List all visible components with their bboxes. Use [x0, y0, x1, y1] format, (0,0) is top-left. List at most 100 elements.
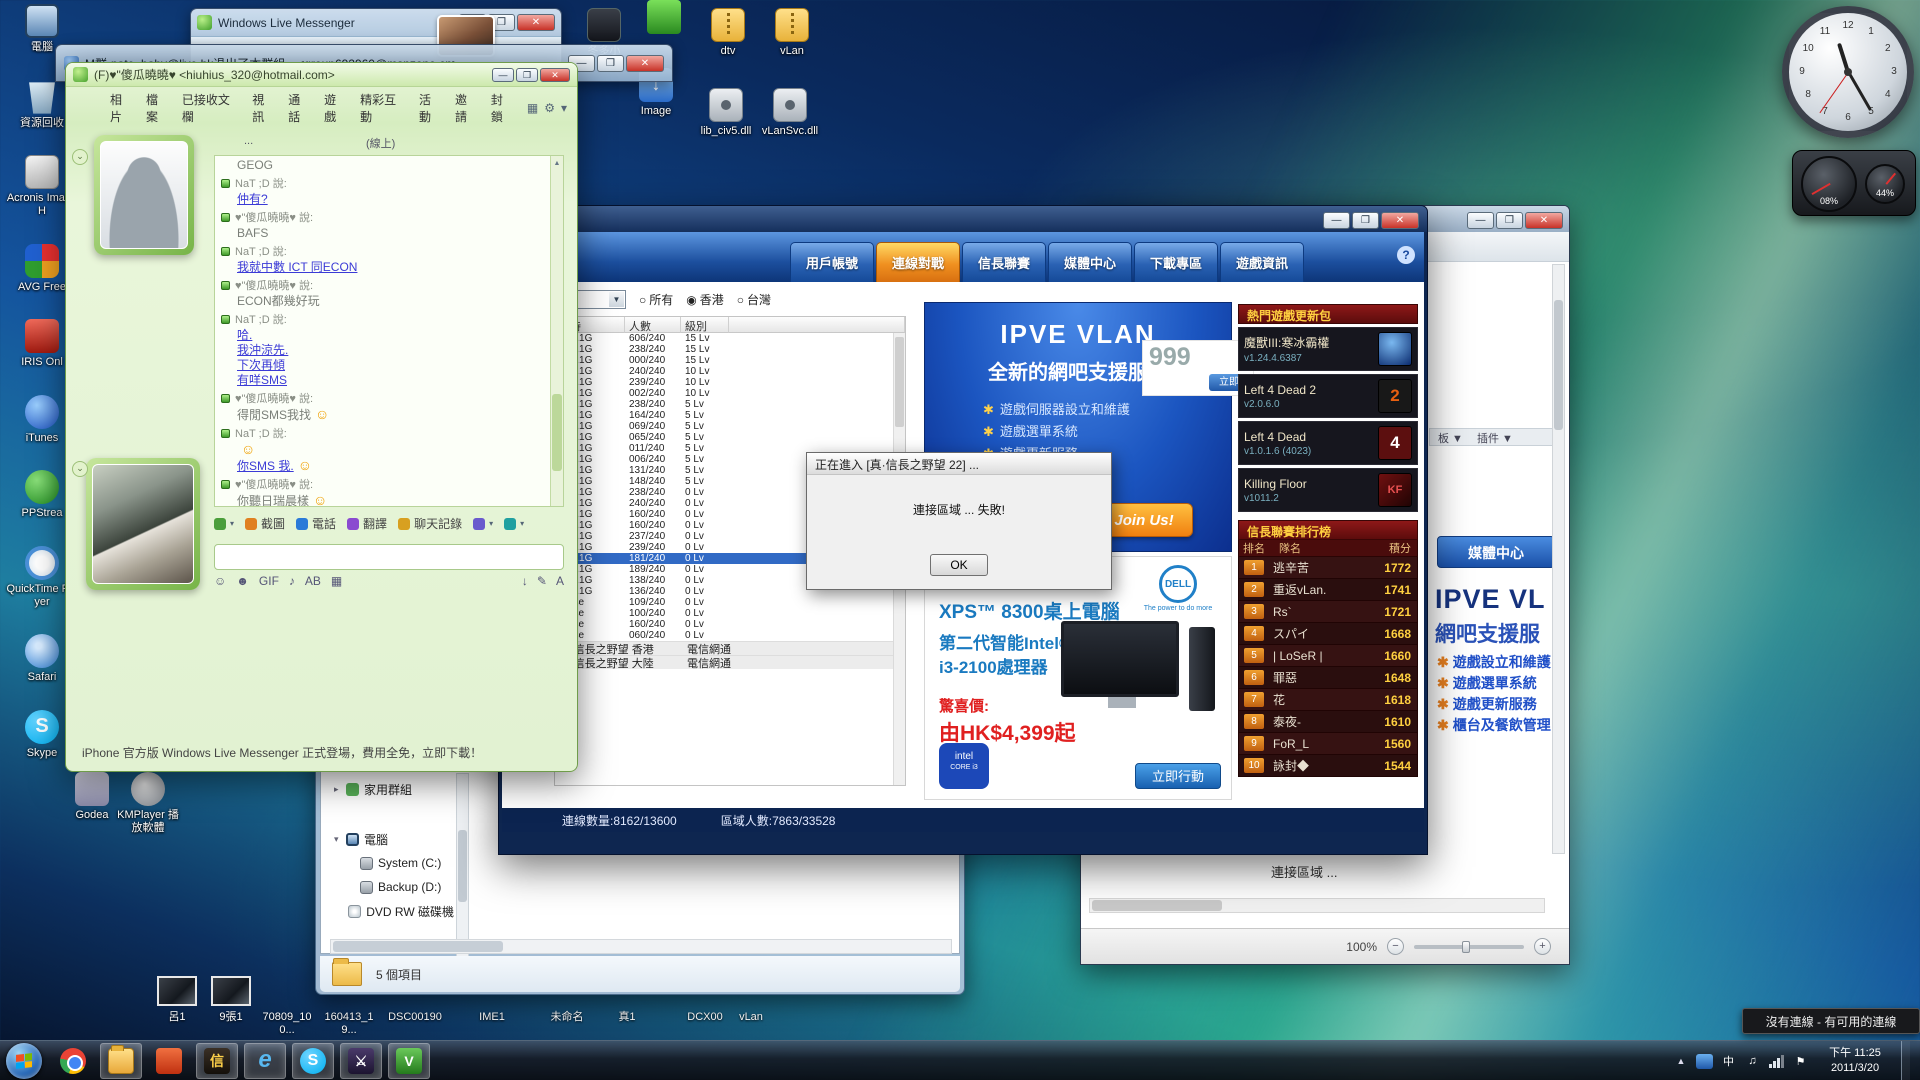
close-button[interactable]: ✕	[1525, 212, 1563, 229]
chevron-down-icon[interactable]: ▾	[561, 101, 567, 115]
column-header[interactable]: 級別	[681, 317, 729, 333]
cpu-meter-gadget[interactable]: 08% 44%	[1792, 150, 1916, 216]
clock-gadget[interactable]: 123456789101112	[1782, 6, 1914, 138]
ranking-row[interactable]: 3Rs`1721	[1238, 601, 1418, 623]
server-row[interactable]: F12.1G000/24015 Lv	[555, 355, 905, 366]
chat-menu-item[interactable]: 視訊	[252, 91, 275, 125]
background-picker[interactable]: ▦	[331, 574, 342, 588]
desktop-icon-label[interactable]: 9張1	[202, 1011, 260, 1024]
ranking-row[interactable]: 4スパイ1668	[1238, 623, 1418, 645]
chat-titlebar[interactable]: (F)♥"傻瓜曉曉♥ <hiuhius_320@hotmail.com> —❒✕	[66, 63, 577, 87]
explorer-tree-scrollbar[interactable]	[456, 773, 469, 963]
screenshot-button[interactable]: 截圖	[245, 515, 285, 532]
explorer-tree-item[interactable]: DVD RW 磁碟機	[334, 899, 454, 923]
minimize-button[interactable]: —	[492, 68, 514, 82]
chat-message[interactable]: 仲有?	[237, 192, 547, 207]
explorer-tree-item[interactable]: ▾電腦	[334, 827, 454, 851]
desktop-icon-label[interactable]: IME1	[463, 1011, 521, 1024]
nobunaga-taskbar-button[interactable]: 信	[196, 1043, 238, 1079]
dell-action-button[interactable]: 立即行動	[1135, 763, 1221, 789]
chat-menu-item[interactable]: 封鎖	[491, 91, 514, 125]
game-tab[interactable]: 下載專區	[1134, 242, 1218, 282]
font-button[interactable]: AB	[305, 574, 321, 588]
chat-menu-item[interactable]: 精彩互動	[360, 91, 406, 125]
desktop-icon-label[interactable]: 160413_19...	[320, 1011, 378, 1036]
chat-scrollbar-thumb[interactable]	[552, 394, 562, 471]
close-button[interactable]: ✕	[517, 14, 555, 31]
vlan-green-taskbar-button[interactable]: V	[388, 1043, 430, 1079]
close-button[interactable]: ✕	[626, 55, 664, 72]
zoom-slider[interactable]	[1414, 945, 1524, 949]
hidden-icons-button[interactable]: ▲	[1673, 1056, 1689, 1066]
server-category-row[interactable]: 真·信長之野望 香港電信網通	[555, 641, 905, 655]
game-tab[interactable]: 用戶帳號	[790, 242, 874, 282]
chat-ad-text[interactable]: iPhone 官方版 Windows Live Messenger 正式登場，費…	[82, 744, 482, 761]
ime-indicator[interactable]: 中	[1720, 1054, 1737, 1069]
minimize-button[interactable]: —	[1467, 212, 1494, 229]
desktop-icon[interactable]: vLan	[756, 8, 828, 58]
chat-message[interactable]: 有咩SMS	[237, 373, 547, 388]
start-button[interactable]	[6, 1043, 42, 1079]
game-tab[interactable]: 連線對戰	[876, 242, 960, 282]
chrome-taskbar-button[interactable]	[52, 1043, 94, 1079]
games-picker-icon[interactable]: ▾	[473, 518, 493, 530]
update-item[interactable]: 魔獸III:寒冰霸權v1.24.4.6387	[1238, 327, 1418, 371]
panel-menu-item[interactable]: 板 ▼	[1438, 430, 1463, 444]
server-row[interactable]: F12.1G069/2405 Lv	[555, 421, 905, 432]
games-taskbar-button[interactable]: ⚔	[340, 1043, 382, 1079]
tree-expand-arrow[interactable]: ▾	[334, 834, 346, 845]
handwriting-button[interactable]: ✎	[537, 574, 547, 588]
chat-menu-item[interactable]: 活動	[419, 91, 442, 125]
gear-icon[interactable]: ⚙	[544, 101, 555, 115]
server-row[interactable]: F12.1G065/2405 Lv	[555, 432, 905, 443]
ok-button[interactable]: OK	[930, 554, 988, 576]
game-titlebar[interactable]: —❒✕	[499, 206, 1427, 232]
app-red-taskbar-button[interactable]	[148, 1043, 190, 1079]
my-display-picture[interactable]	[86, 458, 200, 590]
column-header[interactable]: 人數	[625, 317, 681, 333]
server-row[interactable]: F12.1G238/24015 Lv	[555, 344, 905, 355]
update-item[interactable]: Left 4 Deadv1.0.1.6 (4023)4	[1238, 421, 1418, 465]
server-row[interactable]: F12.1G002/24010 Lv	[555, 388, 905, 399]
update-item[interactable]: Left 4 Dead 2v2.0.6.02	[1238, 374, 1418, 418]
skype-taskbar-button[interactable]: S	[292, 1043, 334, 1079]
explorer-tree-item[interactable]: ▸家用群組	[334, 777, 454, 801]
explorer-tree-item[interactable]: System (C:)	[334, 851, 454, 875]
wink-picker[interactable]: ☻	[236, 574, 249, 588]
chat-message[interactable]: 我沖涼先.	[237, 343, 547, 358]
tree-expand-arrow[interactable]: ▸	[334, 784, 346, 795]
chat-menu-item[interactable]: 相片	[110, 91, 133, 125]
chat-menu-item[interactable]: 通話	[288, 91, 311, 125]
filter-radio[interactable]: ◉香港	[686, 291, 724, 308]
explorer-horizontal-scrollbar[interactable]	[330, 939, 952, 954]
gif-picker[interactable]: GIF	[259, 574, 279, 588]
chat-menu-item[interactable]: 邀請	[455, 91, 478, 125]
call-button[interactable]: 電話	[296, 515, 336, 532]
ranking-row[interactable]: 1逃辛苦1772	[1238, 557, 1418, 579]
ie-taskbar-button[interactable]: e	[244, 1043, 286, 1079]
message-input[interactable]	[214, 544, 564, 570]
chat-menu-item[interactable]: 遊戲	[324, 91, 347, 125]
desktop-icon-thumbnail[interactable]	[202, 976, 260, 1006]
show-desktop-button[interactable]	[1901, 1041, 1910, 1080]
ranking-row[interactable]: 8泰夜-1610	[1238, 711, 1418, 733]
desktop-icon-label[interactable]: 70809_100...	[258, 1011, 316, 1036]
chat-scrollbar[interactable]: ▲	[550, 156, 563, 506]
desktop-icon[interactable]: lib_civ5.dll	[690, 88, 762, 138]
scene-picker-icon[interactable]: ▾	[214, 518, 234, 530]
server-row[interactable]: F12.1G240/24010 Lv	[555, 366, 905, 377]
desktop-icon[interactable]: vLanSvc.dll	[754, 88, 826, 138]
zoom-out-button[interactable]: −	[1387, 938, 1404, 955]
ranking-row[interactable]: 6罪惡1648	[1238, 667, 1418, 689]
desktop-icon-label[interactable]: 未命名	[538, 1011, 596, 1024]
dell-ad[interactable]: DELL The power to do more XPS™ 8300桌上電腦 …	[924, 556, 1232, 800]
server-row[interactable]: F12.1G239/24010 Lv	[555, 377, 905, 388]
server-row[interactable]: 1.24e109/2400 Lv	[555, 597, 905, 608]
chat-menu-item[interactable]: 檔案	[146, 91, 169, 125]
wlm-titlebar[interactable]: Windows Live Messenger —❒✕	[191, 9, 561, 36]
maximize-button[interactable]: ❒	[597, 55, 624, 72]
filter-radio[interactable]: ○所有	[639, 291, 673, 308]
network-icon[interactable]	[1768, 1054, 1785, 1069]
chat-menu-item[interactable]: 已接收文欄	[182, 91, 239, 125]
ranking-row[interactable]: 5| LoSeR |1660	[1238, 645, 1418, 667]
